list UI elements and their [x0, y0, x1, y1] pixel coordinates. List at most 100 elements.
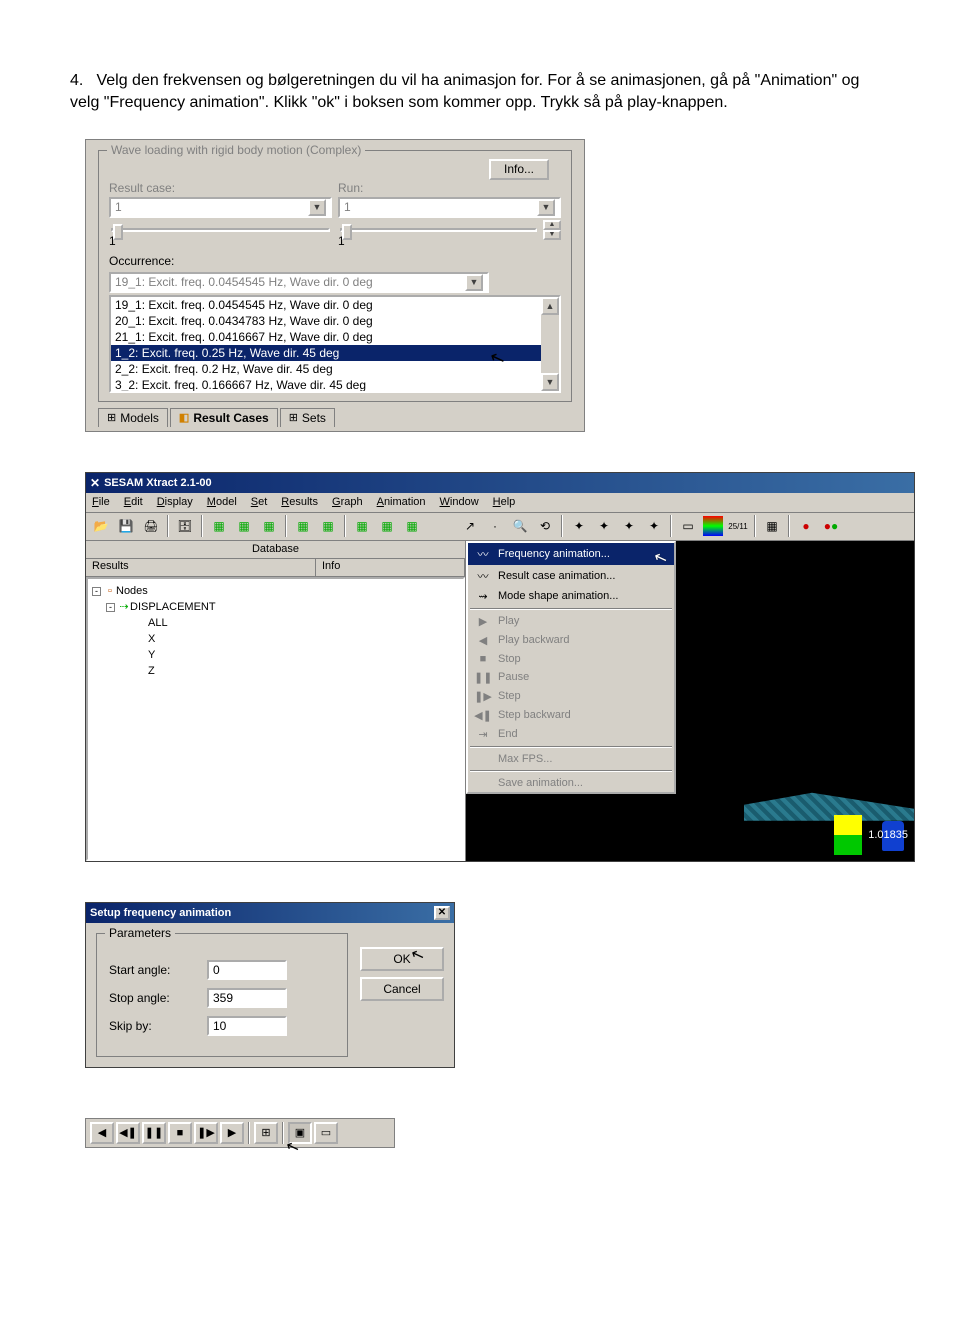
palette-icon[interactable] [702, 515, 724, 537]
stop-angle-input[interactable] [207, 988, 287, 1008]
color-legend: 1.01835 [834, 815, 908, 855]
cube-icon[interactable]: ▦ [233, 515, 255, 537]
menu-display[interactable]: Display [157, 496, 193, 508]
zoom-icon[interactable]: 🔍 [509, 515, 531, 537]
menu-results[interactable]: Results [281, 496, 318, 508]
info-column-header[interactable]: Info [316, 559, 465, 576]
save-icon[interactable]: 💾 [115, 515, 137, 537]
wave-icon: 〰 [474, 568, 492, 584]
tree-item[interactable]: X [92, 631, 459, 647]
axis-icon[interactable]: ✦ [568, 515, 590, 537]
fps-button[interactable]: ⊞ [254, 1122, 278, 1144]
tree-item[interactable]: ALL [92, 615, 459, 631]
db-icon[interactable]: 🗄 [174, 515, 196, 537]
chevron-down-icon: ▼ [465, 274, 483, 291]
cube-icon[interactable]: ▦ [292, 515, 314, 537]
axis-icon[interactable]: ✦ [593, 515, 615, 537]
cube-icon[interactable]: ▦ [208, 515, 230, 537]
skip-by-input[interactable] [207, 1016, 287, 1036]
axis-icon[interactable]: ✦ [618, 515, 640, 537]
scroll-down-icon[interactable]: ▼ [541, 373, 559, 391]
list-item[interactable]: 21_1: Excit. freq. 0.0416667 Hz, Wave di… [111, 329, 559, 345]
menu-animation[interactable]: Animation [377, 496, 426, 508]
legend-swatch [834, 815, 862, 835]
collapse-icon[interactable]: - [92, 587, 101, 596]
occurrence-listbox[interactable]: 19_1: Excit. freq. 0.0454545 Hz, Wave di… [109, 295, 561, 393]
info-button[interactable]: Info... [489, 159, 549, 180]
cube-icon[interactable]: ▦ [401, 515, 423, 537]
occurrence-combo[interactable]: 19_1: Excit. freq. 0.0454545 Hz, Wave di… [109, 272, 489, 293]
play-backward-button[interactable]: ◀ [90, 1122, 114, 1144]
grid-icon[interactable]: ▦ [761, 515, 783, 537]
cube-icon[interactable]: ▦ [317, 515, 339, 537]
spheres-icon[interactable]: ●● [820, 515, 842, 537]
tree-item[interactable]: Y [92, 647, 459, 663]
step-forward-button[interactable]: ❚▶ [194, 1122, 218, 1144]
print-icon[interactable]: 🖨 [140, 515, 162, 537]
close-button[interactable]: ✕ [434, 906, 450, 920]
menu-item-frequency-animation[interactable]: 〰Frequency animation... [468, 543, 674, 565]
toolbar: 📂 💾 🖨 🗄 ▦ ▦ ▦ ▦ ▦ ▦ ▦ ▦ ↗ · 🔍 ⟲ ✦ ✦ ✦ ✦ [86, 513, 914, 541]
step-backward-button[interactable]: ◀❚ [116, 1122, 140, 1144]
axis-icon[interactable]: ✦ [643, 515, 665, 537]
run-combo[interactable]: 1 ▼ [338, 197, 561, 218]
list-item[interactable]: 1_2: Excit. freq. 0.25 Hz, Wave dir. 45 … [111, 345, 559, 361]
menu-item-result-case-animation[interactable]: 〰Result case animation... [468, 565, 674, 587]
chevron-down-icon[interactable]: ▼ [543, 230, 561, 240]
play-button[interactable]: ▶ [220, 1122, 244, 1144]
menu-window[interactable]: Window [440, 496, 479, 508]
list-item[interactable]: 3_2: Excit. freq. 0.166667 Hz, Wave dir.… [111, 377, 559, 393]
stop-angle-label: Stop angle: [109, 991, 199, 1005]
cancel-button[interactable]: Cancel [360, 977, 444, 1001]
text-icon[interactable]: 25/11 [727, 515, 749, 537]
menu-file[interactable]: File [92, 496, 110, 508]
run-slider[interactable] [340, 228, 537, 232]
rotate-icon[interactable]: ⟲ [534, 515, 556, 537]
models-icon: ⊞ [107, 411, 116, 424]
view-icon[interactable]: ▭ [677, 515, 699, 537]
start-angle-input[interactable] [207, 960, 287, 980]
arrow-icon[interactable]: ↗ [459, 515, 481, 537]
menu-model[interactable]: Model [207, 496, 237, 508]
cube-icon[interactable]: ▦ [351, 515, 373, 537]
menu-item-end: ⇥End [468, 725, 674, 744]
wave-icon: ⇝ [474, 590, 492, 603]
list-item[interactable]: 20_1: Excit. freq. 0.0434783 Hz, Wave di… [111, 313, 559, 329]
open-icon[interactable]: 📂 [90, 515, 112, 537]
loop-button[interactable]: ▭ [314, 1122, 338, 1144]
ok-button[interactable]: OK [360, 947, 444, 971]
menu-edit[interactable]: Edit [124, 496, 143, 508]
tab-sets[interactable]: ⊞Sets [280, 408, 335, 427]
result-case-combo[interactable]: 1 ▼ [109, 197, 332, 218]
tab-result-cases[interactable]: ◧Result Cases [170, 408, 278, 427]
play-icon: ▶ [474, 615, 492, 628]
tab-models[interactable]: ⊞Models [98, 408, 168, 427]
cube-icon[interactable]: ▦ [376, 515, 398, 537]
point-icon[interactable]: · [484, 515, 506, 537]
cube-icon[interactable]: ▦ [258, 515, 280, 537]
menu-help[interactable]: Help [493, 496, 516, 508]
run-spinner[interactable]: ▲ ▼ [543, 220, 561, 240]
sphere-icon[interactable]: ● [795, 515, 817, 537]
tree-item[interactable]: Z [92, 663, 459, 679]
results-tree[interactable]: -▫Nodes -⇢DISPLACEMENT ALL X Y Z [86, 577, 465, 861]
results-column-header[interactable]: Results [86, 559, 316, 576]
list-item[interactable]: 2_2: Excit. freq. 0.2 Hz, Wave dir. 45 d… [111, 361, 559, 377]
stop-button[interactable]: ■ [168, 1122, 192, 1144]
menu-set[interactable]: Set [251, 496, 268, 508]
collapse-icon[interactable]: - [106, 603, 115, 612]
menu-item-pause: ❚❚Pause [468, 668, 674, 687]
menu-item-mode-shape-animation[interactable]: ⇝Mode shape animation... [468, 587, 674, 606]
database-panel: Database Results Info -▫Nodes -⇢DISPLACE… [86, 541, 466, 861]
scrollbar[interactable]: ▲ ▼ [541, 297, 559, 391]
chevron-up-icon[interactable]: ▲ [543, 220, 561, 230]
menu-graph[interactable]: Graph [332, 496, 363, 508]
instruction-text: 4. Velg den frekvensen og bølgeretningen… [70, 70, 890, 115]
instruction-body: Velg den frekvensen og bølgeretningen du… [70, 72, 859, 111]
list-item[interactable]: 19_1: Excit. freq. 0.0454545 Hz, Wave di… [111, 297, 559, 313]
playback-toolbar: ◀ ◀❚ ❚❚ ■ ❚▶ ▶ ⊞ ▣ ▭ ↖ [85, 1118, 395, 1148]
menu-item-play-backward: ◀Play backward [468, 631, 674, 650]
pause-button[interactable]: ❚❚ [142, 1122, 166, 1144]
result-case-slider[interactable] [111, 228, 330, 232]
scroll-up-icon[interactable]: ▲ [541, 297, 559, 315]
